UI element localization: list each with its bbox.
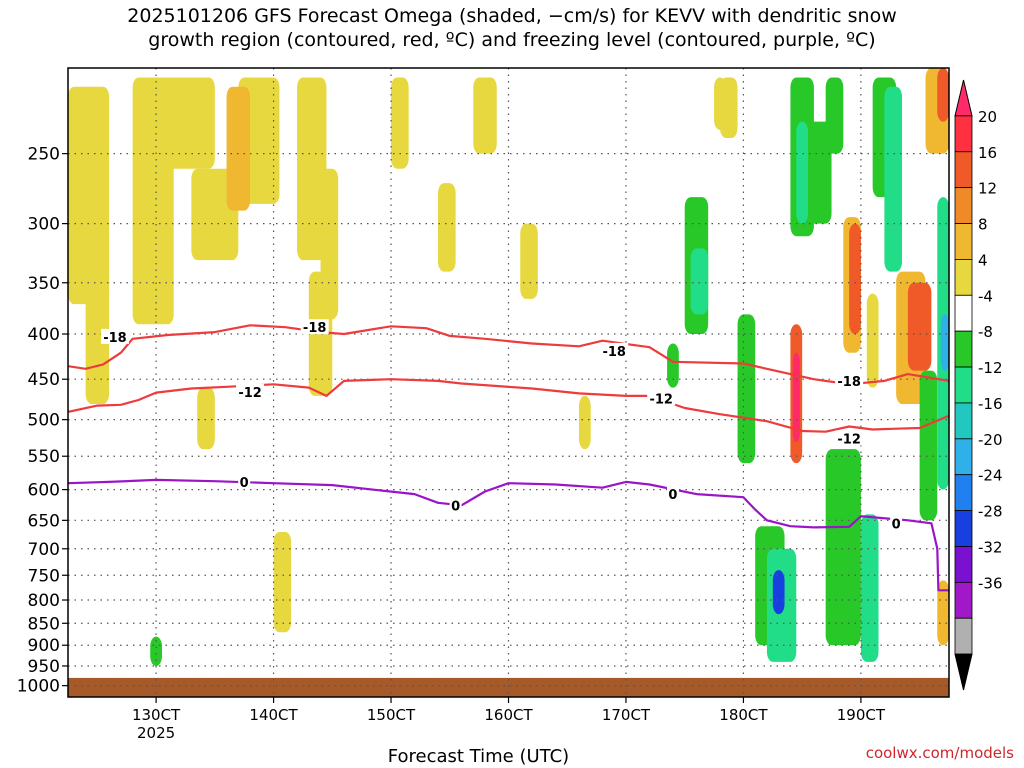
contour-label-10: 0 bbox=[892, 517, 901, 532]
omega-shade-20 bbox=[667, 343, 679, 388]
plot-area: -18 -18 -18 -18 -12 -12 -12 0 0 0 0 bbox=[68, 68, 949, 697]
omega-shade-30 bbox=[796, 121, 809, 224]
omega-shade-42 bbox=[919, 370, 938, 521]
y-tick-label-850: 850 bbox=[28, 614, 60, 634]
x-tick-label-140CT: 140CT bbox=[249, 706, 298, 724]
omega-shade-11 bbox=[391, 77, 409, 169]
y-tick-label-800: 800 bbox=[28, 591, 60, 611]
colorbar-band-2 bbox=[954, 151, 973, 189]
y-tick-label-400: 400 bbox=[28, 325, 60, 345]
colorbar-band-9 bbox=[954, 402, 973, 440]
credit-text[interactable]: coolwx.com/models bbox=[866, 744, 1014, 762]
x-tick-label-190CT: 190CT bbox=[837, 706, 886, 724]
omega-shade-23 bbox=[737, 314, 756, 464]
omega-shade-35 bbox=[825, 449, 861, 646]
colorbar-band-14 bbox=[954, 581, 973, 619]
y-tick-label-500: 500 bbox=[28, 411, 60, 431]
omega-shade-15 bbox=[578, 395, 591, 450]
y-tick-label-450: 450 bbox=[28, 370, 60, 390]
colorbar: 20 16 12 8 4 -4 -8 -12 -16 -20 -24 -28 -32 -36 bbox=[954, 79, 1003, 691]
omega-shade-16 bbox=[273, 531, 292, 633]
colorbar-label-4: 4 bbox=[978, 251, 988, 269]
omega-shade-44 bbox=[937, 68, 949, 122]
x-tick-label-180CT: 180CT bbox=[719, 706, 768, 724]
omega-time-height-chart: -18-18-18-18-12 -12-120000250300350400450… bbox=[17, 67, 1003, 767]
omega-shade-39 bbox=[884, 86, 903, 272]
y-tick-label-250: 250 bbox=[28, 145, 60, 165]
omega-shade-26 bbox=[772, 570, 785, 615]
colorbar-band-10 bbox=[954, 438, 973, 476]
y-tick-label-300: 300 bbox=[28, 215, 60, 235]
colorbar-label--12: -12 bbox=[978, 359, 1003, 377]
colorbar-band-12 bbox=[954, 510, 973, 547]
y-tick-label-700: 700 bbox=[28, 540, 60, 560]
colorbar-band-4 bbox=[954, 223, 973, 260]
omega-shade-34 bbox=[849, 223, 861, 335]
contour-label-4: -12 bbox=[238, 386, 262, 401]
x-tick-label-150CT: 150CT bbox=[367, 706, 416, 724]
colorbar-label--24: -24 bbox=[978, 467, 1003, 485]
ground-fill bbox=[68, 677, 949, 697]
colorbar-label--36: -36 bbox=[978, 574, 1003, 592]
y-tick-label-650: 650 bbox=[28, 511, 60, 531]
y-tick-label-350: 350 bbox=[28, 274, 60, 294]
colorbar-top-triangle bbox=[954, 79, 973, 117]
x-axis-title: Forecast Time (UTC) bbox=[388, 746, 569, 767]
colorbar-band-3 bbox=[954, 187, 973, 224]
contour-label-0: -18 bbox=[103, 331, 127, 346]
colorbar-label-20: 20 bbox=[978, 108, 997, 126]
colorbar-label-16: 16 bbox=[978, 144, 997, 162]
omega-shade-32 bbox=[825, 77, 844, 154]
colorbar-label--20: -20 bbox=[978, 431, 1003, 449]
omega-shade-36 bbox=[860, 514, 879, 662]
omega-shade-22 bbox=[719, 77, 738, 138]
colorbar-label--8: -8 bbox=[978, 323, 993, 341]
omega-shade-13 bbox=[473, 77, 497, 154]
colorbar-band-6 bbox=[954, 294, 973, 332]
omega-shade-3 bbox=[156, 77, 215, 169]
contour-label-2: -18 bbox=[602, 345, 626, 360]
contour-label-1: -18 bbox=[303, 321, 327, 336]
colorbar-band-7 bbox=[954, 330, 973, 368]
x-tick-sublabel: 2025 bbox=[137, 724, 175, 742]
colorbar-label--4: -4 bbox=[978, 287, 993, 305]
contour-label-5: -12 bbox=[649, 392, 673, 407]
colorbar-band-5 bbox=[954, 259, 973, 296]
colorbar-band-13 bbox=[954, 546, 973, 583]
omega-shade-37 bbox=[866, 293, 879, 388]
omega-shade-19 bbox=[690, 248, 709, 315]
y-tick-label-550: 550 bbox=[28, 447, 60, 467]
colorbar-label--32: -32 bbox=[978, 538, 1003, 556]
contour-label-9: 0 bbox=[668, 488, 677, 503]
omega-shade-14 bbox=[520, 223, 538, 299]
colorbar-band-8 bbox=[954, 366, 973, 404]
colorbar-label-12: 12 bbox=[978, 180, 997, 198]
x-tick-label-170CT: 170CT bbox=[602, 706, 651, 724]
omega-shade-12 bbox=[438, 183, 456, 272]
x-tick-label-160CT: 160CT bbox=[484, 706, 533, 724]
colorbar-label--16: -16 bbox=[978, 395, 1003, 413]
x-tick-label-130CT: 130CT bbox=[132, 706, 181, 724]
omega-shade-1 bbox=[85, 223, 110, 404]
colorbar-band-1 bbox=[954, 115, 973, 153]
y-tick-label-900: 900 bbox=[28, 636, 60, 656]
colorbar-band-11 bbox=[954, 474, 973, 511]
omega-shade-41 bbox=[907, 282, 932, 371]
colorbar-label--28: -28 bbox=[978, 503, 1003, 521]
contour-label-3: -18 bbox=[837, 375, 861, 390]
colorbar-bottom-triangle bbox=[954, 653, 973, 691]
contour-label-6: -12 bbox=[837, 432, 861, 447]
colorbar-label-8: 8 bbox=[978, 216, 988, 234]
omega-shade-5 bbox=[197, 387, 215, 450]
contour-label-7: 0 bbox=[240, 476, 249, 491]
colorbar-band-15 bbox=[954, 617, 973, 655]
omega-shade-10 bbox=[226, 86, 251, 211]
contour-label-8: 0 bbox=[451, 499, 460, 514]
y-tick-label-600: 600 bbox=[28, 481, 60, 501]
y-tick-label-1000: 1000 bbox=[17, 677, 60, 697]
omega-shade-46 bbox=[940, 314, 949, 371]
y-tick-label-750: 750 bbox=[28, 566, 60, 586]
y-tick-label-950: 950 bbox=[28, 657, 60, 677]
